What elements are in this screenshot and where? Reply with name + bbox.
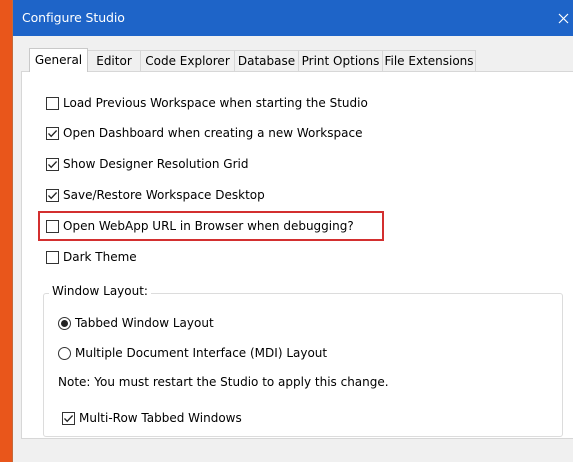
radio-button[interactable] (58, 346, 71, 360)
radio-button[interactable] (58, 316, 71, 330)
option-label: Show Designer Resolution Grid (63, 157, 249, 171)
option-open-webapp-url[interactable]: Open WebApp URL in Browser when debuggin… (46, 217, 354, 235)
window-layout-legend: Window Layout: (49, 284, 151, 298)
option-load-previous-workspace[interactable]: Load Previous Workspace when starting th… (46, 94, 368, 112)
tab-code-explorer[interactable]: Code Explorer (140, 50, 235, 71)
option-multi-row-tabs[interactable]: Multi-Row Tabbed Windows (62, 409, 242, 427)
checkbox[interactable] (62, 411, 75, 425)
radio-selected-dot (61, 319, 68, 327)
option-label: Dark Theme (63, 250, 137, 264)
configure-studio-dialog: Configure Studio General Editor Code Exp… (12, 0, 573, 462)
checkbox[interactable] (46, 219, 59, 233)
radio-tabbed-layout[interactable]: Tabbed Window Layout (58, 314, 214, 332)
tab-strip: General Editor Code Explorer Database Pr… (13, 48, 573, 72)
checkmark-icon (64, 414, 74, 422)
option-label: Save/Restore Workspace Desktop (63, 188, 265, 202)
restart-note: Note: You must restart the Studio to app… (58, 375, 389, 389)
checkbox[interactable] (46, 96, 59, 110)
general-tab-panel: Load Previous Workspace when starting th… (21, 71, 573, 439)
option-label: Open Dashboard when creating a new Works… (63, 126, 363, 140)
checkbox[interactable] (46, 157, 59, 171)
title-bar: Configure Studio (13, 0, 573, 36)
option-save-restore-desktop[interactable]: Save/Restore Workspace Desktop (46, 186, 265, 204)
window-title: Configure Studio (22, 10, 125, 25)
checkmark-icon (48, 129, 58, 137)
radio-mdi-layout[interactable]: Multiple Document Interface (MDI) Layout (58, 344, 327, 362)
option-open-dashboard[interactable]: Open Dashboard when creating a new Works… (46, 124, 362, 142)
option-show-designer-grid[interactable]: Show Designer Resolution Grid (46, 155, 248, 173)
tab-editor[interactable]: Editor (87, 50, 141, 71)
tab-general[interactable]: General (29, 48, 88, 72)
option-label: Open WebApp URL in Browser when debuggin… (63, 219, 354, 233)
checkbox[interactable] (46, 188, 59, 202)
close-icon (558, 13, 568, 23)
checkmark-icon (48, 160, 58, 168)
option-label: Load Previous Workspace when starting th… (63, 96, 368, 110)
dialog-footer (13, 439, 573, 462)
radio-label: Multiple Document Interface (MDI) Layout (75, 346, 328, 360)
tab-database[interactable]: Database (234, 50, 299, 71)
checkmark-icon (48, 191, 58, 199)
radio-label: Tabbed Window Layout (75, 316, 214, 330)
option-label: Multi-Row Tabbed Windows (79, 411, 242, 425)
tab-file-extensions[interactable]: File Extensions (382, 50, 476, 71)
checkbox[interactable] (46, 126, 59, 140)
close-button[interactable] (552, 0, 573, 36)
option-dark-theme[interactable]: Dark Theme (46, 248, 137, 266)
checkbox[interactable] (46, 250, 59, 264)
tab-print-options[interactable]: Print Options (298, 50, 383, 71)
